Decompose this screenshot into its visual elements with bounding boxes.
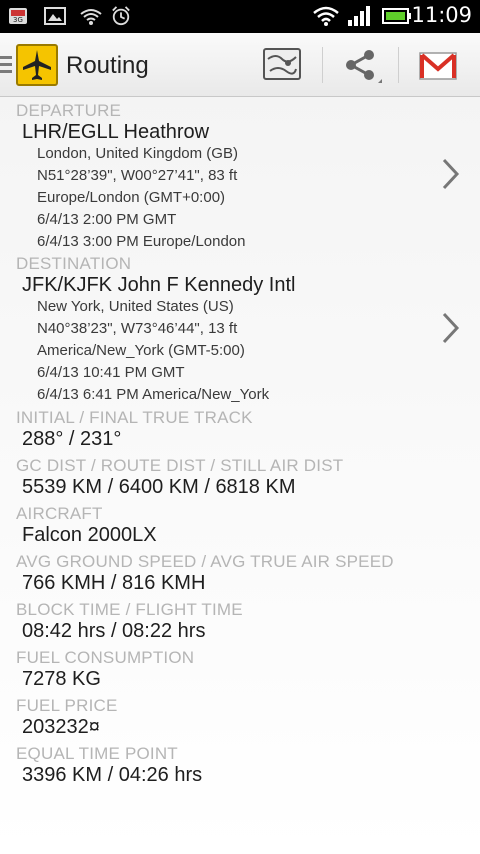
destination-label: DESTINATION [16,254,132,273]
departure-label: DEPARTURE [16,101,122,120]
speed-label: AVG GROUND SPEED / AVG TRUE AIR SPEED [16,552,394,571]
battery-icon [382,8,411,24]
chevron-right-icon[interactable] [440,157,462,191]
destination-time-gmt: 6/4/13 10:41 PM GMT [37,364,185,381]
departure-location: London, United Kingdom (GB) [37,145,238,162]
3g-icon: 3G [9,8,27,24]
wifi-icon [313,6,339,26]
departure-time-gmt: 6/4/13 2:00 PM GMT [37,211,177,228]
destination-timezone: America/New_York (GMT-5:00) [37,342,245,359]
destination-coords: N40°38’23", W73°46’44", 13 ft [37,320,238,337]
page-title: Routing [66,52,149,79]
action-divider [398,47,399,83]
fuel-price-value: 203232¤ [22,716,100,738]
speed-value: 766 KMH / 816 KMH [22,572,206,594]
distance-value: 5539 KM / 6400 KM / 6818 KM [22,476,296,498]
destination-location: New York, United States (US) [37,298,234,315]
status-time: 11:09 [411,3,472,27]
departure-time-local: 6/4/13 3:00 PM Europe/London [37,233,246,250]
signal-icon [348,6,370,26]
block-time-value: 08:42 hrs / 08:22 hrs [22,620,206,642]
destination-time-local: 6/4/13 6:41 PM America/New_York [37,386,270,403]
distance-label: GC DIST / ROUTE DIST / STILL AIR DIST [16,456,344,475]
map-icon[interactable] [258,41,306,89]
block-time-label: BLOCK TIME / FLIGHT TIME [16,600,243,619]
fuel-consumption-label: FUEL CONSUMPTION [16,648,195,667]
gallery-icon [44,7,66,25]
action-divider [322,47,323,83]
status-bar: 3G 11:09 [0,0,480,33]
departure-coords: N51°28’39", W00°27’41", 83 ft [37,167,238,184]
aircraft-label: AIRCRAFT [16,504,103,523]
departure-timezone: Europe/London (GMT+0:00) [37,189,226,206]
departure-airport: LHR/EGLL Heathrow [22,121,210,143]
svg-text:3G: 3G [13,16,23,24]
destination-airport: JFK/KJFK John F Kennedy Intl [22,274,296,296]
alarm-icon [112,6,130,26]
gmail-icon[interactable] [414,41,462,89]
wifi-call-icon [80,9,102,25]
etp-label: EQUAL TIME POINT [16,744,178,763]
up-navigation-icon[interactable] [0,56,12,74]
fuel-consumption-value: 7278 KG [22,668,101,690]
etp-value: 3396 KM / 04:26 hrs [22,764,203,786]
chevron-right-icon[interactable] [440,311,462,345]
track-value: 288° / 231° [22,428,122,450]
app-logo-icon[interactable] [16,44,58,86]
aircraft-value: Falcon 2000LX [22,524,157,546]
fuel-price-label: FUEL PRICE [16,696,118,715]
share-icon[interactable] [336,41,386,89]
action-bar: Routing [0,33,480,97]
track-label: INITIAL / FINAL TRUE TRACK [16,408,253,427]
